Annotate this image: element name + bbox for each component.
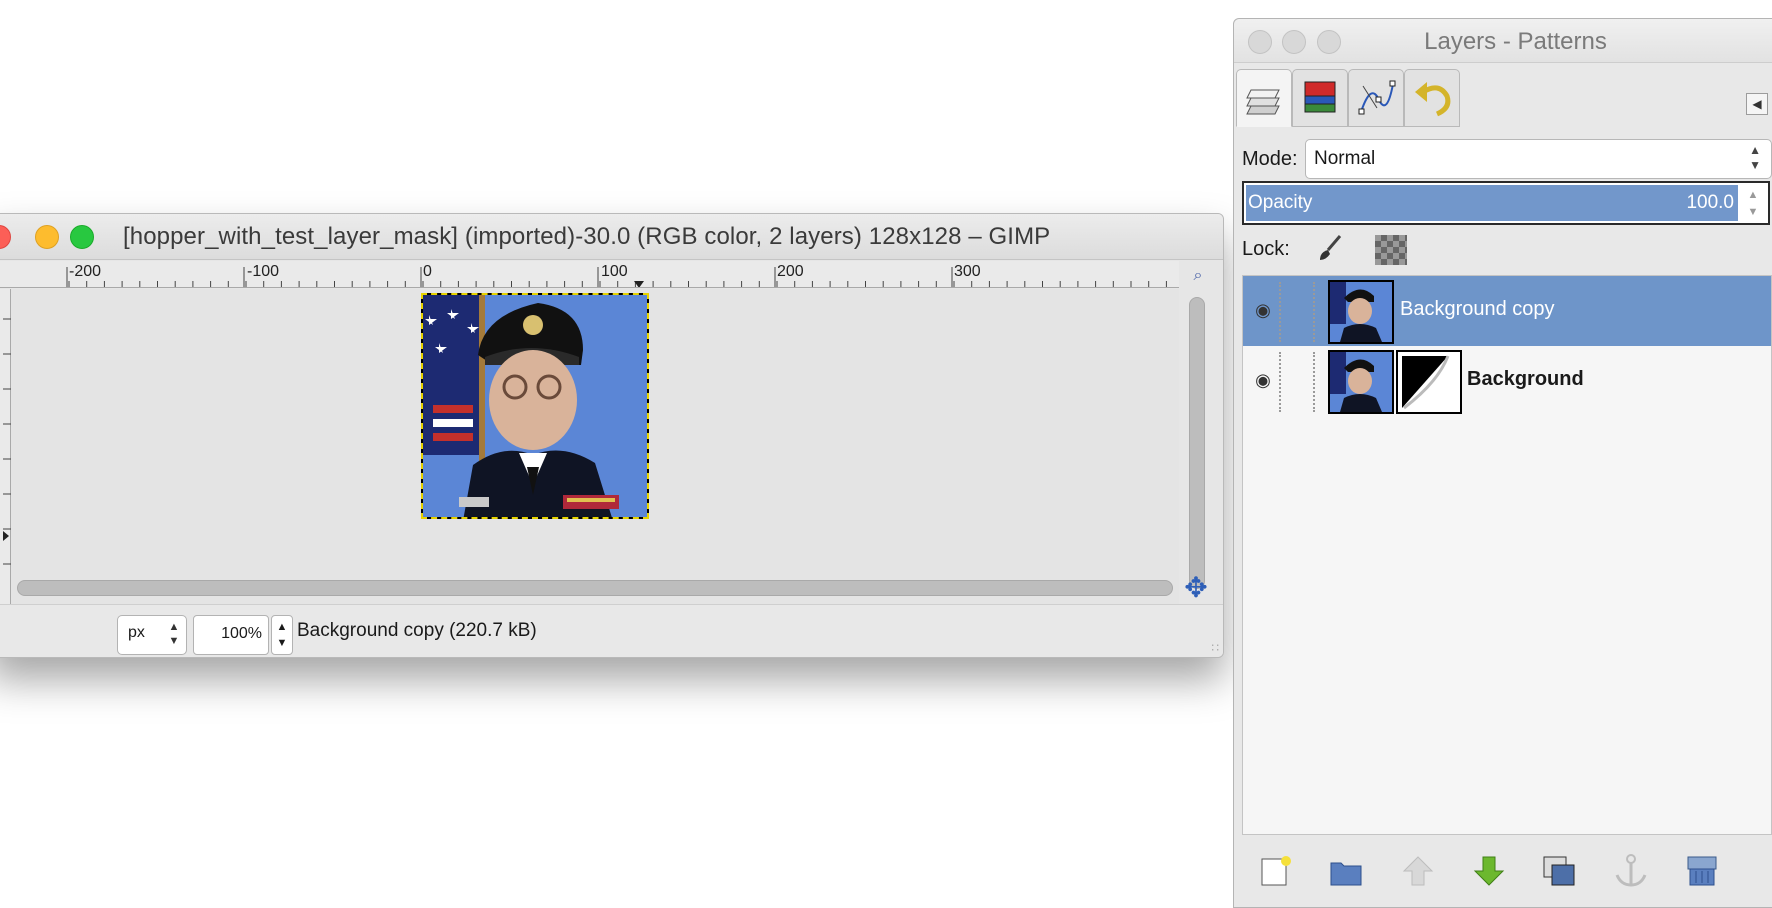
ruler-label: 100 bbox=[601, 263, 628, 280]
navigate-icon[interactable]: ✥ bbox=[1181, 574, 1211, 604]
anchor-layer-icon[interactable] bbox=[1611, 851, 1651, 891]
layer-mask-thumbnail[interactable] bbox=[1396, 350, 1462, 414]
layer-name[interactable]: Background copy bbox=[1400, 298, 1555, 321]
opacity-spin-arrows[interactable]: ▲ ▼ bbox=[1740, 185, 1766, 221]
tab-menu-button[interactable]: ◀ bbox=[1746, 93, 1768, 115]
mode-row: Mode: Normal ▲ ▼ bbox=[1242, 137, 1772, 183]
layer-row[interactable]: ◉ Background bbox=[1243, 346, 1771, 416]
lock-alpha-icon[interactable] bbox=[1375, 235, 1407, 265]
canvas-area[interactable] bbox=[11, 289, 1179, 604]
paths-tab[interactable] bbox=[1348, 69, 1404, 127]
unit-selector[interactable]: px ▲ ▼ bbox=[117, 615, 187, 655]
layer-thumbnail bbox=[1328, 350, 1394, 414]
ruler-label: -200 bbox=[69, 263, 102, 280]
horizontal-scrollbar[interactable] bbox=[17, 576, 1173, 600]
layer-thumbnail bbox=[1328, 280, 1394, 344]
horizontal-ruler[interactable]: -200 -100 0 100 200 300 bbox=[0, 261, 1179, 288]
lock-toggle[interactable] bbox=[1313, 282, 1315, 342]
dock-titlebar[interactable]: Layers - Patterns bbox=[1234, 19, 1772, 63]
layer-name[interactable]: Background bbox=[1467, 368, 1584, 391]
channels-tab[interactable] bbox=[1292, 69, 1348, 127]
mode-value: Normal bbox=[1314, 148, 1376, 169]
opacity-value: 100.0 bbox=[1686, 192, 1734, 213]
raise-layer-icon[interactable] bbox=[1398, 851, 1438, 891]
dock-title: Layers - Patterns bbox=[1424, 28, 1607, 55]
close-button[interactable] bbox=[0, 225, 11, 249]
zoom-to-window-icon[interactable]: ⌕ bbox=[1187, 266, 1209, 286]
portrait-image bbox=[423, 295, 647, 517]
undo-history-tab[interactable] bbox=[1404, 69, 1460, 127]
layer-list[interactable]: ◉ Background copy ◉ Background bbox=[1242, 275, 1772, 835]
channels-icon bbox=[1304, 81, 1336, 113]
layers-dock: Layers - Patterns ◀ Mode: Normal ▲ ▼ Opa… bbox=[1233, 18, 1772, 908]
zoom-spin-arrows[interactable]: ▲ ▼ bbox=[271, 615, 293, 655]
ruler-label: 0 bbox=[423, 263, 432, 280]
horizontal-scroll-thumb[interactable] bbox=[17, 580, 1173, 596]
undo-history-icon bbox=[1415, 82, 1451, 117]
ruler-ticks bbox=[66, 267, 1167, 287]
image-window: [hopper_with_test_layer_mask] (imported)… bbox=[0, 213, 1224, 658]
visibility-eye-icon[interactable]: ◉ bbox=[1249, 366, 1277, 394]
vertical-scroll-thumb[interactable] bbox=[1189, 297, 1205, 589]
chain-toggle[interactable] bbox=[1279, 282, 1281, 342]
new-layer-group-icon[interactable] bbox=[1327, 851, 1367, 891]
vertical-scrollbar[interactable] bbox=[1186, 294, 1208, 594]
lower-layer-icon[interactable] bbox=[1469, 851, 1509, 891]
unit-value: px bbox=[128, 624, 145, 641]
image-canvas[interactable] bbox=[421, 293, 649, 519]
lock-toggle[interactable] bbox=[1313, 352, 1315, 412]
chain-toggle[interactable] bbox=[1279, 352, 1281, 412]
layer-actions-bar bbox=[1234, 843, 1772, 899]
mode-arrows-icon: ▲ ▼ bbox=[1749, 143, 1761, 172]
new-layer-icon[interactable] bbox=[1256, 851, 1296, 891]
visibility-eye-icon[interactable]: ◉ bbox=[1249, 296, 1277, 324]
ruler-label: 300 bbox=[954, 263, 981, 280]
zoom-value: 100% bbox=[221, 625, 262, 642]
dock-tabs: ◀ bbox=[1234, 65, 1772, 137]
opacity-label: Opacity bbox=[1248, 192, 1313, 213]
resize-grip[interactable]: ∷ bbox=[1211, 641, 1219, 655]
status-bar: px ▲ ▼ 100% ▲ ▼ Background copy (220.7 kB)… bbox=[0, 604, 1223, 657]
layer-thumbnail-image bbox=[1330, 352, 1392, 412]
lock-pixels-icon[interactable] bbox=[1314, 232, 1346, 264]
duplicate-layer-icon[interactable] bbox=[1540, 851, 1580, 891]
unit-spin-arrows[interactable]: ▲ ▼ bbox=[168, 620, 180, 648]
opacity-fill bbox=[1246, 185, 1738, 221]
zoom-button[interactable] bbox=[70, 225, 94, 249]
window-title: [hopper_with_test_layer_mask] (imported)… bbox=[123, 223, 1051, 250]
zoom-input[interactable]: 100% bbox=[193, 615, 269, 655]
layer-row[interactable]: ◉ Background copy bbox=[1243, 276, 1771, 346]
mode-label: Mode: bbox=[1242, 148, 1298, 170]
delete-layer-icon[interactable] bbox=[1682, 851, 1722, 891]
paths-icon bbox=[1358, 80, 1396, 115]
ruler-label: 200 bbox=[777, 263, 804, 280]
vertical-ruler[interactable] bbox=[0, 289, 11, 604]
vertical-ruler-ticks bbox=[3, 318, 11, 565]
layer-mask-image bbox=[1398, 352, 1460, 412]
mode-select[interactable]: Normal ▲ ▼ bbox=[1305, 139, 1772, 179]
layers-tab[interactable] bbox=[1236, 69, 1292, 127]
image-window-titlebar[interactable]: [hopper_with_test_layer_mask] (imported)… bbox=[0, 214, 1223, 260]
layer-thumbnail-image bbox=[1330, 282, 1392, 342]
minimize-button[interactable] bbox=[35, 225, 59, 249]
status-message: Background copy (220.7 kB) bbox=[297, 620, 537, 641]
opacity-slider[interactable]: Opacity 100.0 ▲ ▼ bbox=[1242, 181, 1770, 225]
layers-icon bbox=[1246, 89, 1280, 115]
ruler-label: -100 bbox=[247, 263, 280, 280]
lock-label: Lock: bbox=[1242, 238, 1290, 260]
lock-row: Lock: bbox=[1242, 229, 1772, 269]
